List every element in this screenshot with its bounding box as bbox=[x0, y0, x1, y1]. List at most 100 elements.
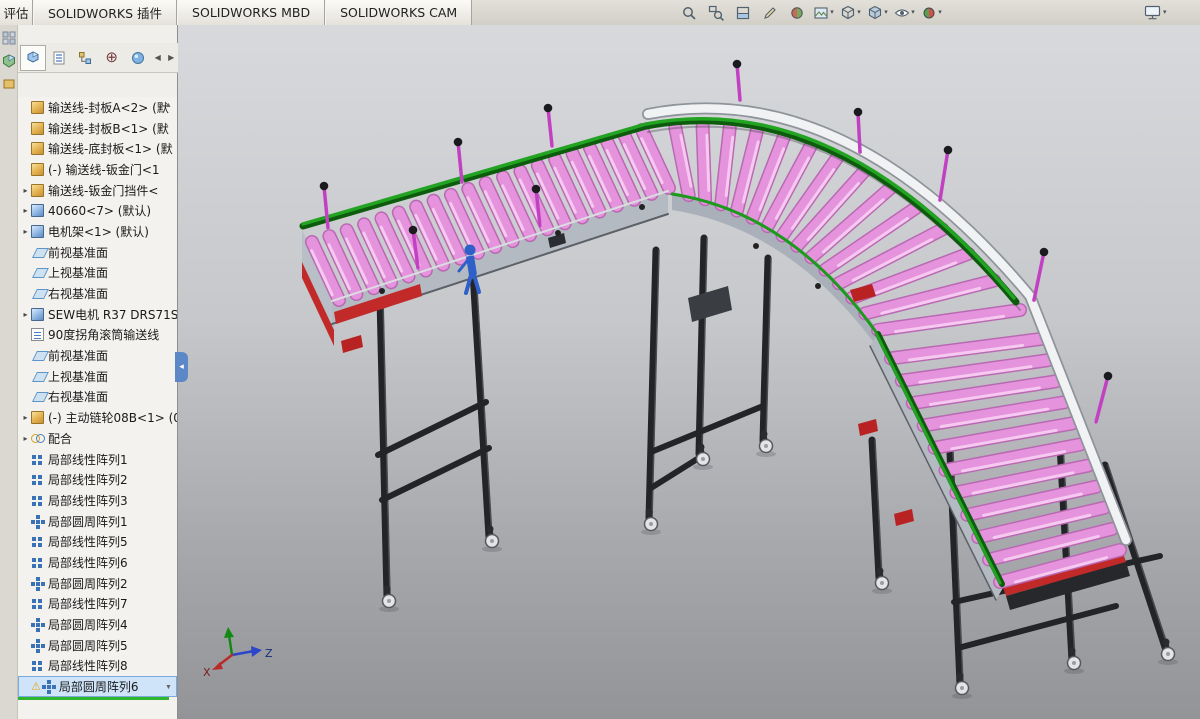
tree-scroll-up-button[interactable]: ▲ bbox=[162, 99, 175, 112]
tree-item[interactable]: 右视基准面 bbox=[18, 283, 177, 304]
tree-item[interactable]: ▸ (-) 主动链轮08B<1> (0 bbox=[18, 407, 177, 428]
conveyor-3d-model: ZX bbox=[203, 59, 1178, 699]
part2-icon bbox=[31, 204, 44, 218]
tree-item-label: 局部线性阵列1 bbox=[48, 452, 128, 467]
tab-evaluate[interactable]: 评估 bbox=[0, 0, 33, 25]
display-style-button[interactable]: ▾ bbox=[865, 2, 890, 24]
dimxpertmanager-tab[interactable]: ⊕ bbox=[99, 45, 125, 71]
expand-arrow-icon[interactable]: ▸ bbox=[20, 413, 31, 422]
dropdown-caret-icon: ▾ bbox=[830, 9, 834, 16]
assembly-cube-icon[interactable] bbox=[2, 54, 16, 68]
plane-icon bbox=[31, 390, 44, 403]
part-icon bbox=[31, 142, 44, 156]
zoom-fit-button[interactable] bbox=[676, 2, 701, 24]
dimxpert-icon: ⊕ bbox=[105, 49, 118, 66]
tree-item-label: 右视基准面 bbox=[48, 390, 109, 405]
expand-arrow-icon[interactable]: ▸ bbox=[20, 310, 31, 319]
plane-icon bbox=[31, 370, 44, 383]
tree-item[interactable]: ▸ 电机架<1> (默认) bbox=[18, 221, 177, 242]
scene-button[interactable]: ▾ bbox=[811, 2, 836, 24]
tree-item-label: 上视基准面 bbox=[48, 369, 109, 384]
display-settings-button[interactable]: ▾ bbox=[1138, 1, 1173, 24]
tree-item[interactable]: ▸ 40660<7> (默认) bbox=[18, 200, 177, 221]
zoom-area-button[interactable] bbox=[703, 2, 728, 24]
tree-item[interactable]: ▸ SEW电机 R37 DRS71S bbox=[18, 304, 177, 325]
annotation-button[interactable] bbox=[757, 2, 782, 24]
part-block-icon[interactable] bbox=[2, 77, 16, 91]
tree-item[interactable]: 右视基准面 bbox=[18, 387, 177, 408]
tree-item[interactable]: 局部线性阵列8 bbox=[18, 656, 177, 677]
tree-item[interactable]: 局部线性阵列1 bbox=[18, 449, 177, 470]
panel-tabs-next-button[interactable]: ▶ bbox=[164, 47, 178, 69]
featuremanager-icon bbox=[27, 50, 39, 63]
cirpat-icon bbox=[31, 618, 44, 631]
tree-item[interactable]: 局部圆周阵列4 bbox=[18, 614, 177, 635]
tree-item[interactable]: 上视基准面 bbox=[18, 366, 177, 387]
featuremanager-tab[interactable] bbox=[20, 44, 47, 71]
panel-collapse-tab[interactable]: ◂ bbox=[175, 352, 188, 382]
appearance-button[interactable] bbox=[784, 2, 809, 24]
expand-arrow-icon[interactable]: ▸ bbox=[20, 227, 31, 236]
cirpat-icon bbox=[31, 639, 44, 652]
section-view-button[interactable] bbox=[730, 2, 755, 24]
section-view-icon bbox=[736, 6, 749, 19]
tree-item-label: 前视基准面 bbox=[48, 349, 109, 364]
solidworks-window: 评估 SOLIDWORKS 插件 SOLIDWORKS MBD SOLIDWOR… bbox=[0, 0, 1200, 719]
tree-item[interactable]: ⚠ 局部圆周阵列6 bbox=[18, 676, 177, 697]
tree-item[interactable]: 局部线性阵列3 bbox=[18, 490, 177, 511]
view-orientation-icon bbox=[842, 5, 855, 19]
edit-appearance-button[interactable]: ▾ bbox=[919, 2, 944, 24]
doc-icon bbox=[31, 328, 44, 342]
tab-solidworks-mbd[interactable]: SOLIDWORKS MBD bbox=[177, 0, 326, 25]
tree-item[interactable]: 局部圆周阵列2 bbox=[18, 573, 177, 594]
panel-tabs-prev-button[interactable]: ◀ bbox=[151, 47, 165, 69]
zoom-fit-icon bbox=[682, 6, 696, 20]
tree-item[interactable]: 局部线性阵列2 bbox=[18, 469, 177, 490]
plane-icon bbox=[31, 287, 44, 300]
view-orientation-button[interactable]: ▾ bbox=[838, 2, 863, 24]
tree-item[interactable]: 上视基准面 bbox=[18, 263, 177, 284]
tree-item[interactable]: 局部线性阵列7 bbox=[18, 594, 177, 615]
tree-item[interactable]: 输送线-封板B<1> (默 bbox=[18, 118, 177, 139]
tree-item[interactable]: 输送线-封板A<2> (默 bbox=[18, 97, 177, 118]
tab-solidworks-addins[interactable]: SOLIDWORKS 插件 bbox=[33, 0, 178, 25]
scene-icon bbox=[814, 6, 828, 19]
propertymanager-tab[interactable] bbox=[46, 45, 72, 71]
tree-item[interactable]: 前视基准面 bbox=[18, 242, 177, 263]
tab-label: SOLIDWORKS 插件 bbox=[48, 6, 163, 21]
display-style-icon bbox=[869, 5, 882, 19]
tree-item[interactable]: 前视基准面 bbox=[18, 345, 177, 366]
tree-item-label: 电机架<1> (默认) bbox=[48, 224, 149, 239]
tab-solidworks-cam[interactable]: SOLIDWORKS CAM bbox=[325, 0, 473, 25]
cirpat-icon bbox=[42, 680, 55, 693]
tree-item[interactable]: 局部线性阵列6 bbox=[18, 552, 177, 573]
expand-arrow-icon[interactable]: ▸ bbox=[20, 434, 31, 443]
graphics-viewport[interactable]: ZX bbox=[178, 25, 1200, 719]
tree-item[interactable]: ▸ 输送线-钣金门挡件< bbox=[18, 180, 177, 201]
tree-item-label: 局部圆周阵列2 bbox=[48, 576, 128, 591]
tree-item-label: 配合 bbox=[48, 431, 73, 446]
tree-item[interactable]: 输送线-底封板<1> (默 bbox=[18, 138, 177, 159]
tree-item-label: 前视基准面 bbox=[48, 245, 109, 260]
tree-item[interactable]: (-) 输送线-钣金门<1 bbox=[18, 159, 177, 180]
tree-item[interactable]: 局部圆周阵列5 bbox=[18, 635, 177, 656]
tree-scroll-down-button[interactable]: ▼ bbox=[162, 681, 175, 694]
tree-item[interactable]: 局部圆周阵列1 bbox=[18, 511, 177, 532]
tree-item[interactable]: 局部线性阵列5 bbox=[18, 531, 177, 552]
configurationmanager-icon bbox=[79, 51, 92, 64]
displaymanager-tab[interactable] bbox=[125, 45, 151, 71]
tree-item-label: 局部线性阵列2 bbox=[48, 473, 128, 488]
command-grid-icon[interactable] bbox=[2, 31, 16, 45]
tree-item-label: 上视基准面 bbox=[48, 266, 109, 281]
tree-item-label: 局部圆周阵列1 bbox=[48, 514, 128, 529]
expand-arrow-icon[interactable]: ▸ bbox=[20, 186, 31, 195]
part-icon bbox=[31, 162, 44, 176]
linpat-icon bbox=[31, 453, 44, 466]
tree-item[interactable]: 90度拐角滚筒输送线 bbox=[18, 325, 177, 346]
hide-show-items-button[interactable]: ▾ bbox=[892, 2, 917, 24]
tree-item-label: 局部线性阵列8 bbox=[48, 659, 128, 674]
configurationmanager-tab[interactable] bbox=[72, 45, 98, 71]
expand-arrow-icon[interactable]: ▸ bbox=[20, 206, 31, 215]
propertymanager-icon bbox=[53, 51, 65, 64]
tree-item[interactable]: ▸ 配合 bbox=[18, 428, 177, 449]
